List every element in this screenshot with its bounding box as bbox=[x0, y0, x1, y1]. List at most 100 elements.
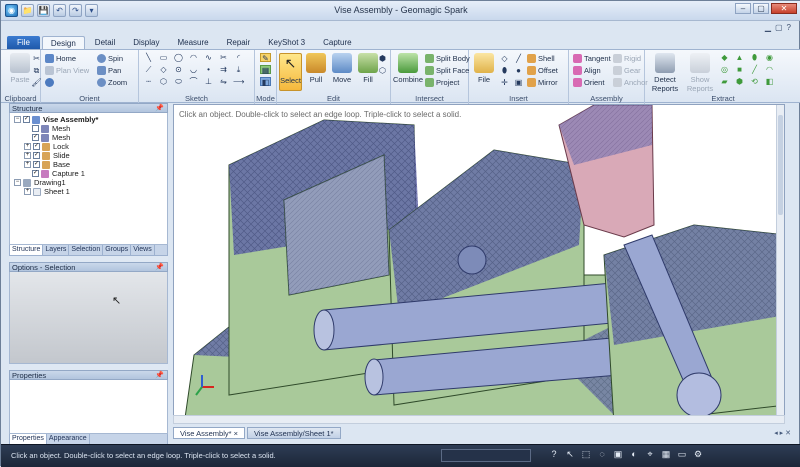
sweep-arc-icon[interactable]: ◡ bbox=[188, 65, 199, 74]
plane-icon[interactable]: ◇ bbox=[499, 54, 510, 63]
horizontal-scrollbar[interactable] bbox=[173, 415, 785, 424]
status-view-icon[interactable]: ◐ bbox=[629, 449, 639, 460]
extract-face-icon[interactable]: ▰ bbox=[719, 77, 730, 86]
mirror-button[interactable]: Mirror bbox=[527, 78, 558, 87]
doc-tab-sheet[interactable]: Vise Assembly/Sheet 1* bbox=[247, 427, 341, 439]
tab-layers[interactable]: Layers bbox=[43, 245, 70, 255]
expand-icon[interactable]: + bbox=[24, 152, 31, 159]
maximize-button[interactable]: ▢ bbox=[753, 3, 769, 14]
scroll-thumb[interactable] bbox=[778, 115, 783, 215]
extend-icon[interactable]: ⟶ bbox=[233, 77, 244, 86]
extract-line-icon[interactable]: ╱ bbox=[749, 65, 760, 74]
extract-cone-icon[interactable]: ▲ bbox=[734, 53, 745, 62]
cylinder-icon[interactable]: ⬮ bbox=[499, 66, 510, 75]
polygon-icon[interactable]: ⬡ bbox=[158, 77, 169, 86]
extract-blend-icon[interactable]: ◧ bbox=[764, 77, 775, 86]
tab-repair[interactable]: Repair bbox=[219, 36, 259, 50]
orient-extra-button[interactable] bbox=[45, 78, 54, 87]
status-display-icon[interactable]: ▭ bbox=[677, 449, 687, 460]
status-settings-icon[interactable]: ⚙ bbox=[693, 449, 703, 460]
vise-model-render[interactable] bbox=[174, 105, 785, 424]
spline-icon[interactable]: ∿ bbox=[203, 53, 214, 62]
visibility-checkbox[interactable]: ✓ bbox=[32, 170, 39, 177]
vertical-scrollbar[interactable] bbox=[776, 105, 784, 423]
status-help-icon[interactable]: ? bbox=[549, 449, 559, 460]
offset-icon[interactable]: ⇉ bbox=[218, 65, 229, 74]
tab-file[interactable]: File bbox=[7, 36, 40, 50]
minimize-button[interactable]: ‒ bbox=[735, 3, 751, 14]
paste-button[interactable]: Paste bbox=[7, 53, 33, 84]
zoom-button[interactable]: Zoom bbox=[97, 78, 127, 87]
select-button[interactable]: ↖ Select bbox=[279, 53, 302, 91]
tangent-button[interactable]: Tangent bbox=[573, 54, 611, 63]
expand-icon[interactable]: + bbox=[24, 161, 31, 168]
gear-button[interactable]: Gear bbox=[613, 66, 641, 75]
visibility-checkbox[interactable]: ✓ bbox=[33, 152, 40, 159]
doc-minimize-icon[interactable]: ▁ bbox=[765, 23, 771, 32]
tree-item-mesh[interactable]: Mesh bbox=[10, 124, 167, 133]
rectangle-icon[interactable]: ▭ bbox=[158, 53, 169, 62]
tree-item-drawing[interactable]: − Drawing1 bbox=[10, 178, 167, 187]
tab-properties[interactable]: Properties bbox=[10, 434, 47, 444]
extract-torus-icon[interactable]: ◎ bbox=[719, 65, 730, 74]
tree-item-capture[interactable]: ✓ Capture 1 bbox=[10, 169, 167, 178]
status-grid-icon[interactable]: ▦ bbox=[661, 449, 671, 460]
trim-icon[interactable]: ✂ bbox=[218, 53, 229, 62]
tree-item-lock[interactable]: + ✓ Lock bbox=[10, 142, 167, 151]
bend-icon[interactable]: ⌒ bbox=[188, 77, 199, 86]
line-icon[interactable]: ╲ bbox=[143, 53, 154, 62]
tree-item-sheet[interactable]: + Sheet 1 bbox=[10, 187, 167, 196]
home-button[interactable]: Home bbox=[45, 54, 76, 63]
section-mode-icon[interactable]: ▦ bbox=[260, 65, 271, 75]
extract-curve-icon[interactable]: ◠ bbox=[764, 65, 775, 74]
extract-body-icon[interactable]: ⬢ bbox=[734, 77, 745, 86]
pan-button[interactable]: Pan bbox=[97, 66, 121, 75]
expand-icon[interactable]: + bbox=[24, 143, 31, 150]
replace-icon[interactable]: ⬡ bbox=[377, 66, 388, 75]
tab-selection[interactable]: Selection bbox=[69, 245, 104, 255]
visibility-checkbox[interactable]: ✓ bbox=[33, 143, 40, 150]
tab-design[interactable]: Design bbox=[41, 36, 85, 50]
ellipse-icon[interactable]: ⬭ bbox=[173, 77, 184, 86]
tab-detail[interactable]: Detail bbox=[87, 36, 123, 50]
fillet-icon[interactable]: ◜ bbox=[233, 53, 244, 62]
offset-button[interactable]: Offset bbox=[527, 66, 558, 75]
extract-cylinder-icon[interactable]: ⬮ bbox=[749, 53, 760, 62]
status-snap-icon[interactable]: ⌖ bbox=[645, 449, 655, 460]
combine-button[interactable]: Combine bbox=[393, 53, 423, 84]
axis-icon[interactable]: ╱ bbox=[513, 54, 524, 63]
tab-display[interactable]: Display bbox=[125, 36, 167, 50]
insert-file-button[interactable]: File bbox=[471, 53, 497, 84]
help-icon[interactable]: ? bbox=[787, 23, 791, 32]
move-button[interactable]: Move bbox=[329, 53, 355, 84]
tab-scroll-controls[interactable]: ◂ ▸ ✕ bbox=[774, 429, 791, 437]
tab-measure[interactable]: Measure bbox=[169, 36, 216, 50]
spin-button[interactable]: Spin bbox=[97, 54, 123, 63]
align-button[interactable]: Align bbox=[573, 66, 601, 75]
point-icon[interactable]: • bbox=[203, 65, 214, 74]
close-tab-icon[interactable]: × bbox=[234, 429, 238, 438]
anchor-button[interactable]: Anchor bbox=[613, 78, 648, 87]
status-input[interactable] bbox=[441, 449, 531, 462]
three-point-circle-icon[interactable]: ⊙ bbox=[173, 65, 184, 74]
sphere-icon[interactable]: ● bbox=[513, 66, 524, 75]
tree-item-base[interactable]: + ✓ Base bbox=[10, 160, 167, 169]
mirror-sketch-icon[interactable]: ⇋ bbox=[218, 77, 229, 86]
sketch-mode-icon[interactable]: ✎ bbox=[260, 53, 271, 63]
construction-line-icon[interactable]: ┄ bbox=[143, 77, 154, 86]
visibility-checkbox[interactable]: ✓ bbox=[32, 134, 39, 141]
show-reports-button[interactable]: Show Reports bbox=[683, 53, 717, 93]
pin-icon[interactable]: 📌 bbox=[155, 104, 164, 114]
tab-appearance[interactable]: Appearance bbox=[47, 434, 90, 444]
visibility-checkbox[interactable]: ✓ bbox=[33, 161, 40, 168]
visibility-checkbox[interactable] bbox=[32, 125, 39, 132]
pin-icon[interactable]: 📌 bbox=[155, 371, 164, 381]
3d-viewport[interactable]: Click an object. Double-click to select … bbox=[173, 104, 785, 424]
circle-icon[interactable]: ◯ bbox=[173, 53, 184, 62]
detect-reports-button[interactable]: Detect Reports bbox=[649, 53, 681, 93]
3d-mode-icon[interactable]: ◧ bbox=[260, 77, 271, 87]
three-point-rect-icon[interactable]: ◇ bbox=[158, 65, 169, 74]
status-lasso-icon[interactable]: ◌ bbox=[597, 449, 607, 460]
extract-plane-icon[interactable]: ◆ bbox=[719, 53, 730, 62]
extract-box-icon[interactable]: ■ bbox=[734, 65, 745, 74]
